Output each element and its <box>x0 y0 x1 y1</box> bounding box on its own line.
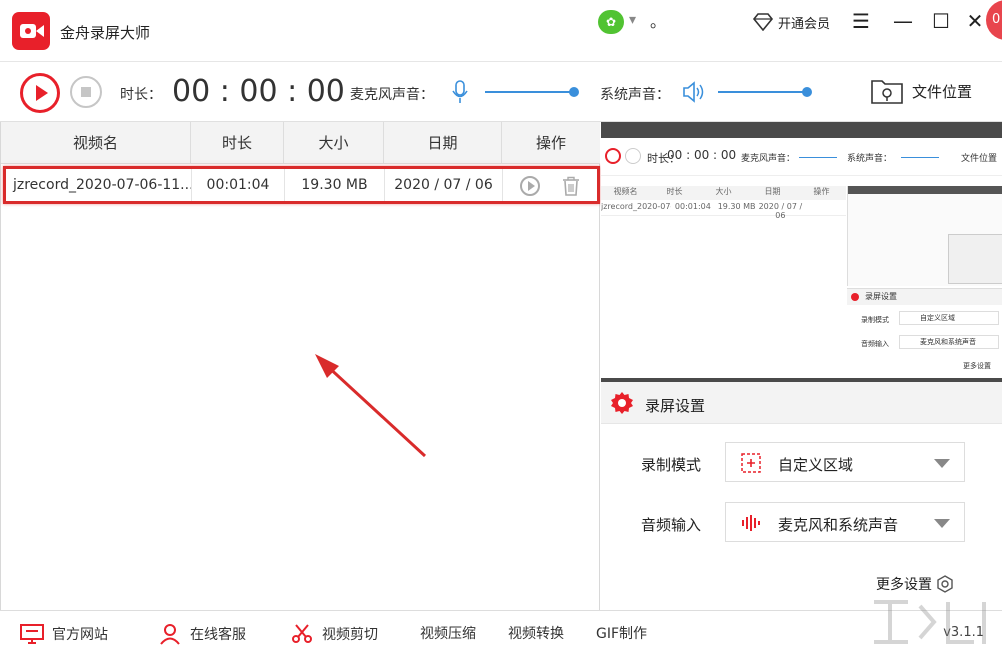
play-icon[interactable] <box>519 176 540 196</box>
file-location-button[interactable]: 文件位置 <box>870 76 972 106</box>
column-date[interactable]: 日期 <box>384 122 502 164</box>
close-icon[interactable]: ✕ <box>962 8 988 34</box>
app-title: 金舟录屏大师 <box>60 24 151 42</box>
chevron-down-icon[interactable]: ▾ <box>629 12 636 28</box>
column-name[interactable]: 视频名 <box>1 122 191 164</box>
app-logo-icon <box>12 12 50 50</box>
audio-input-select[interactable]: 麦克风和系统声音 <box>725 502 965 542</box>
diamond-icon <box>752 13 774 31</box>
video-convert-label: 视频转换 <box>508 626 564 642</box>
audio-input-value: 麦克风和系统声音 <box>778 516 899 534</box>
video-size: 19.30 MB <box>285 169 385 201</box>
chevron-down-icon <box>934 519 950 528</box>
preview-mic-label: 麦克风声音： <box>741 154 796 164</box>
trash-icon[interactable] <box>562 176 580 196</box>
settings-title: 录屏设置 <box>645 397 706 415</box>
settings-header: 录屏设置 <box>601 382 1002 424</box>
preview-table-row: jzrecord_2020-07-06-11...00:01:0419.30 M… <box>601 202 846 220</box>
user-name[interactable]: 。 <box>650 8 666 32</box>
gif-maker-label: GIF制作 <box>596 626 648 642</box>
gif-maker-link[interactable]: GIF制作 <box>596 623 647 643</box>
audio-input-label: 音频输入 <box>641 516 702 534</box>
region-icon <box>741 453 761 473</box>
more-settings-label: 更多设置 <box>876 577 932 593</box>
video-compress-link[interactable]: 视频压缩 <box>420 623 476 643</box>
column-actions: 操作 <box>535 134 566 152</box>
preview-system-label: 系统声音： <box>847 154 893 164</box>
scissors-icon <box>292 624 312 643</box>
support-link[interactable]: 在线客服 <box>158 623 246 645</box>
video-list-panel: 视频名 时长 大小 日期 操作 jzrecord_2020-07-06-11..… <box>0 122 600 610</box>
speaker-icon[interactable] <box>682 80 706 104</box>
video-compress-label: 视频压缩 <box>420 626 476 642</box>
record-settings-panel: 录屏设置 录制模式 自定义区域 音频输入 麦克风和系统声音 更多设置 <box>601 382 1002 610</box>
wechat-icon[interactable]: ✿ <box>598 10 624 34</box>
preview-table-header: 视频名 时长 大小 日期 操作 <box>601 186 846 200</box>
audio-wave-icon <box>742 515 760 531</box>
video-cut-link[interactable]: 视频剪切 <box>290 623 378 645</box>
column-duration[interactable]: 时长 <box>191 122 284 164</box>
maximize-icon[interactable]: ☐ <box>928 8 954 34</box>
more-settings-button[interactable]: 更多设置 <box>876 574 954 594</box>
microphone-icon[interactable] <box>452 80 468 104</box>
gear-icon <box>611 392 633 414</box>
website-link[interactable]: 官方网站 <box>20 623 108 645</box>
record-mode-select[interactable]: 自定义区域 <box>725 442 965 482</box>
preview-folder-label: 文件位置 <box>961 154 998 164</box>
video-actions <box>503 169 597 201</box>
record-button[interactable] <box>20 73 60 113</box>
column-size[interactable]: 大小 <box>284 122 384 164</box>
preview-timer: 00 : 00 : 00 <box>667 148 737 162</box>
preview-settings: 录屏设置 录制模式 自定义区域 音频输入 麦克风和系统声音 更多设置 <box>847 288 1002 378</box>
mic-volume-slider[interactable] <box>485 87 579 97</box>
record-toolbar: 时长： 00 : 00 : 00 麦克风声音： 系统声音： 文件位置 <box>0 62 1002 122</box>
timer-display: 00 : 00 : 00 <box>172 74 345 109</box>
video-cut-label: 视频剪切 <box>322 627 378 643</box>
notification-badge[interactable]: 0 <box>986 0 1002 40</box>
annotation-arrow <box>315 354 427 458</box>
record-mode-label: 录制模式 <box>641 456 702 474</box>
monitor-icon <box>20 624 44 644</box>
file-location-label: 文件位置 <box>912 82 973 101</box>
hexagon-settings-icon <box>937 575 953 593</box>
video-convert-link[interactable]: 视频转换 <box>508 623 564 643</box>
chevron-down-icon <box>934 459 950 468</box>
record-mode-value: 自定义区域 <box>778 456 854 474</box>
video-name: jzrecord_2020-07-06-11... <box>6 169 192 201</box>
vip-label: 开通会员 <box>778 16 831 32</box>
support-label: 在线客服 <box>190 627 246 643</box>
minimize-icon[interactable]: — <box>890 8 916 34</box>
user-icon <box>160 624 180 645</box>
table-row[interactable]: jzrecord_2020-07-06-11... 00:01:04 19.30… <box>3 166 600 204</box>
stop-button[interactable] <box>70 76 102 108</box>
watermark-logo <box>874 600 986 644</box>
menu-icon[interactable]: ☰ <box>848 8 874 34</box>
folder-icon <box>871 80 903 104</box>
preview-toolbar: 时长： 00 : 00 : 00 麦克风声音： 系统声音： 文件位置 <box>601 138 1002 176</box>
duration-label: 时长： <box>120 87 162 103</box>
system-volume-label: 系统声音： <box>600 87 670 103</box>
preview-nested-window <box>847 186 1002 286</box>
screen-preview: 时长： 00 : 00 : 00 麦克风声音： 系统声音： 文件位置 视频名 时长… <box>601 122 1002 382</box>
preview-content: 时长： 00 : 00 : 00 麦克风声音： 系统声音： 文件位置 视频名 时长… <box>601 138 1002 378</box>
mic-volume-label: 麦克风声音： <box>350 87 434 103</box>
title-bar: 金舟录屏大师 ✿ ▾ 。 开通会员 ☰ — ☐ ✕ 0 <box>0 0 1002 62</box>
website-label: 官方网站 <box>52 627 108 643</box>
vip-button[interactable]: 开通会员 <box>752 12 830 32</box>
bottom-bar: 官方网站 在线客服 视频剪切 视频压缩 视频转换 GIF制作 v3.1.1 <box>0 610 1002 652</box>
video-duration: 00:01:04 <box>192 169 285 201</box>
system-volume-slider[interactable] <box>718 87 812 97</box>
video-date: 2020 / 07 / 06 <box>385 169 503 201</box>
table-header: 视频名 时长 大小 日期 操作 <box>1 122 600 164</box>
